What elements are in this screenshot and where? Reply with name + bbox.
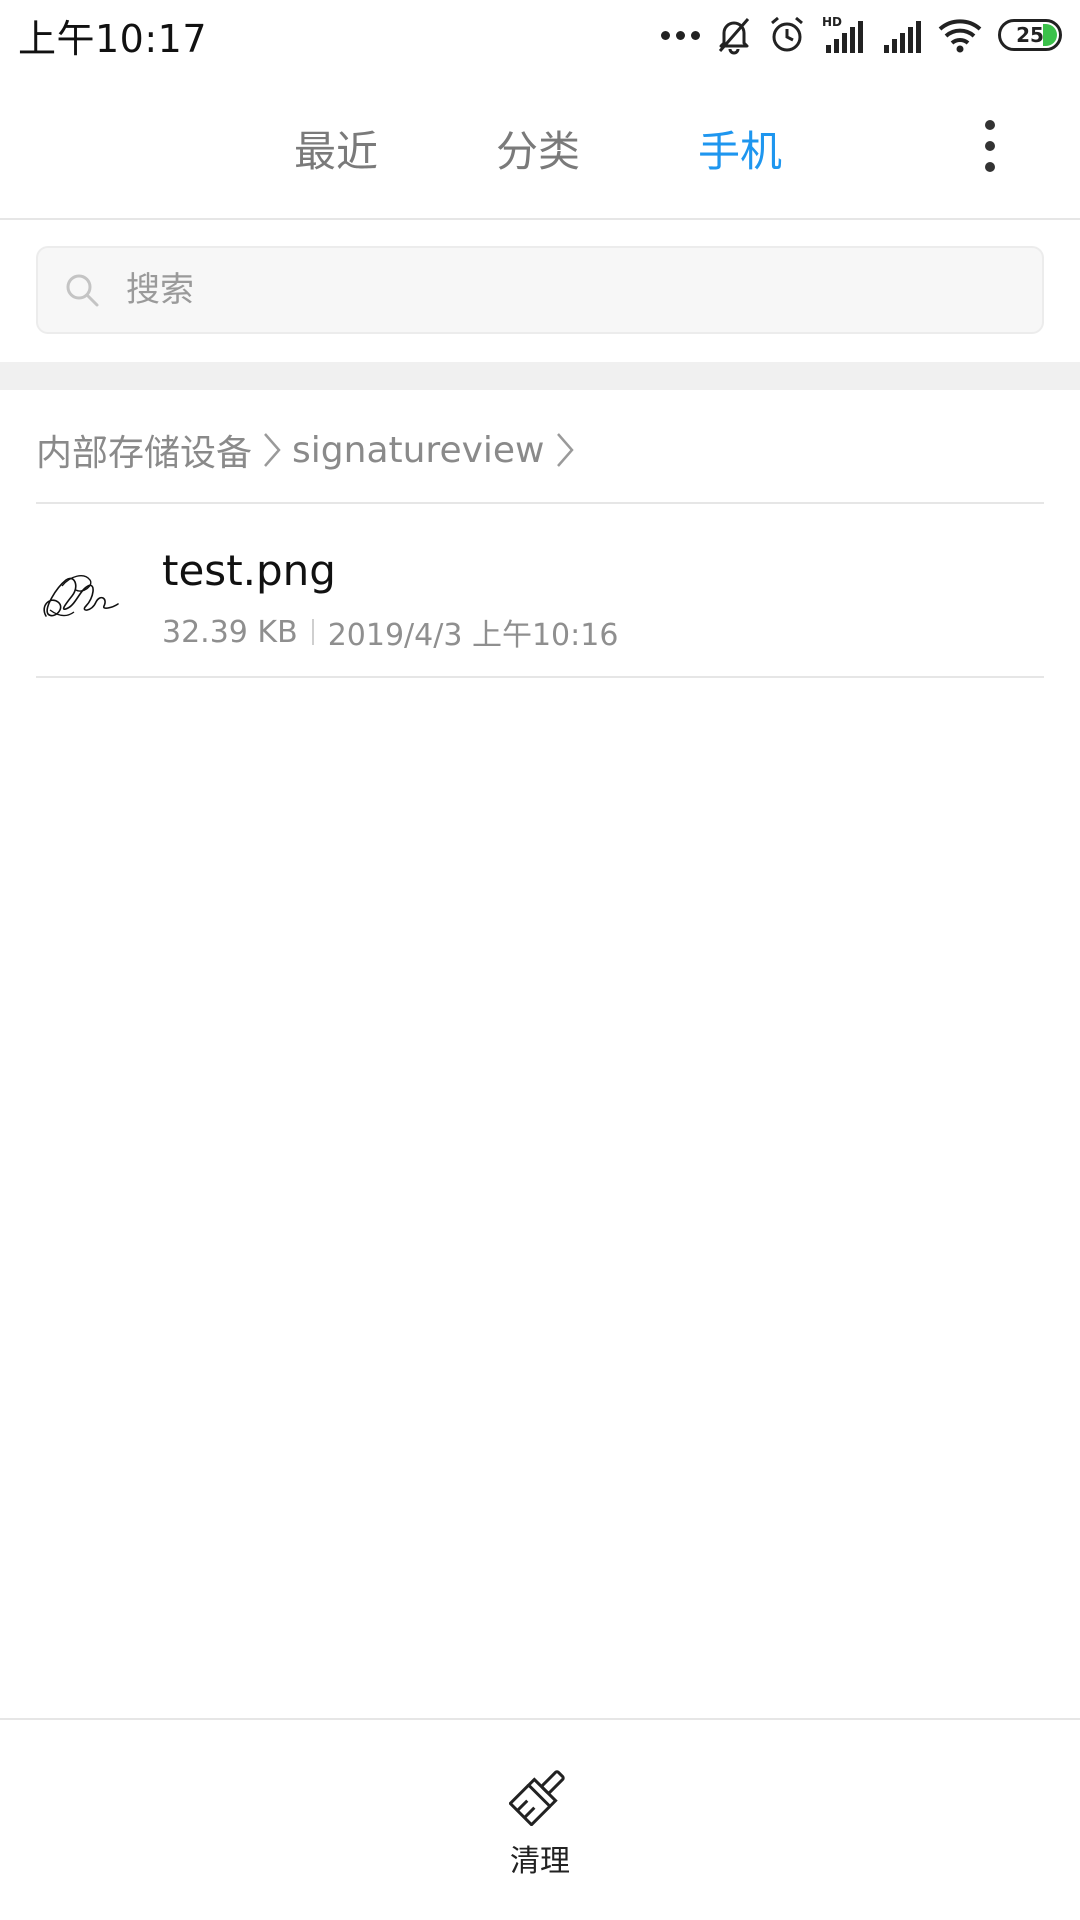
signal-icon <box>880 15 922 55</box>
search-icon <box>66 274 99 307</box>
file-size: 32.39 KB <box>162 614 298 650</box>
bottom-action-bar: 清理 <box>0 1718 1080 1920</box>
battery-level: 25 <box>1016 23 1044 47</box>
search-bar[interactable] <box>36 246 1044 334</box>
breadcrumb-signatureview[interactable]: signatureview <box>292 430 544 471</box>
chevron-right-icon <box>555 431 575 469</box>
chevron-right-icon <box>262 431 282 469</box>
clean-label: 清理 <box>510 1844 570 1879</box>
file-list-item[interactable]: test.png 32.39 KB 2019/4/3 上午10:16 <box>36 504 1044 678</box>
signature-thumbnail <box>43 575 119 617</box>
meta-separator <box>311 619 314 645</box>
tab-category[interactable]: 分类 <box>496 118 580 179</box>
more-options-button[interactable] <box>978 120 1002 172</box>
wifi-icon <box>938 15 982 55</box>
tabs-header: 最近 分类 手机 <box>0 70 1080 220</box>
breadcrumb-internal-storage[interactable]: 内部存储设备 <box>36 424 252 476</box>
file-date: 2019/4/3 上午10:16 <box>327 618 619 653</box>
section-divider <box>0 362 1080 390</box>
tab-phone[interactable]: 手机 <box>698 118 782 179</box>
battery-icon: 25 <box>998 15 1062 55</box>
alarm-icon <box>768 15 806 55</box>
tab-recent[interactable]: 最近 <box>294 118 378 179</box>
more-vertical-icon <box>985 120 995 130</box>
hd-signal-icon: HD <box>822 15 864 55</box>
breadcrumb: 内部存储设备 signatureview <box>36 420 585 480</box>
file-manager-screen: 上午10:17 HD 25 最近 分类 手机 搜索 内部存储设备 signatu… <box>0 0 1080 1920</box>
more-dots-icon <box>661 15 700 55</box>
file-name: test.png <box>162 546 336 595</box>
file-meta: 32.39 KB 2019/4/3 上午10:16 <box>162 610 618 654</box>
hd-label: HD <box>822 15 842 29</box>
status-icons: HD 25 <box>661 0 1062 70</box>
status-time: 上午10:17 <box>18 16 208 61</box>
status-bar: 上午10:17 HD 25 <box>0 0 1080 70</box>
brush-icon <box>509 1770 565 1826</box>
bell-off-icon <box>716 15 752 55</box>
search-input[interactable] <box>126 270 926 310</box>
clean-button[interactable]: 清理 <box>480 1764 600 1884</box>
